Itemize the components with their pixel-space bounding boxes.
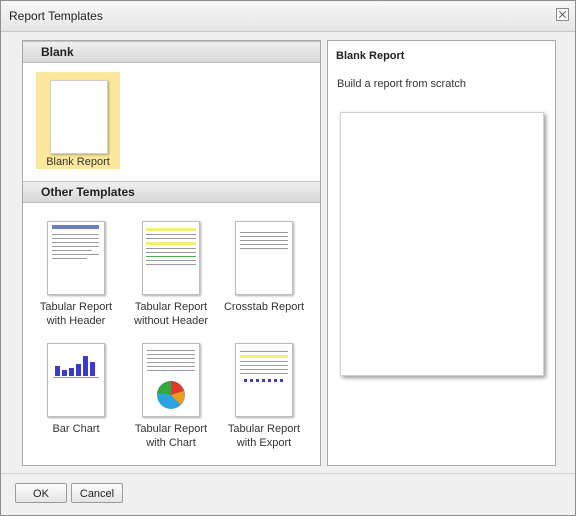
tabular-header-thumbnail: [47, 221, 105, 295]
blank-report-thumbnail: [50, 80, 108, 154]
tabular-no-header-thumbnail: [142, 221, 200, 295]
blank-section-title: Blank: [41, 45, 74, 59]
preview-description: Build a report from scratch: [337, 78, 466, 90]
template-list-pane: Blank Blank Report Other Templates Tabul…: [22, 40, 321, 466]
template-tabular-with-header[interactable]: Tabular Report with Header: [32, 221, 120, 328]
template-label: Tabular Report with Export: [227, 423, 301, 449]
ok-button[interactable]: OK: [15, 483, 67, 503]
preview-title: Blank Report: [336, 50, 405, 62]
template-label: Tabular Report with Header: [39, 301, 113, 327]
template-label: Bar Chart: [52, 423, 100, 435]
blank-section-header: Blank: [23, 41, 320, 63]
template-label: Tabular Report with Chart: [134, 423, 208, 449]
cancel-button[interactable]: Cancel: [71, 483, 123, 503]
bar-chart-thumbnail: [47, 343, 105, 417]
tabular-export-thumbnail: [235, 343, 293, 417]
crosstab-thumbnail: [235, 221, 293, 295]
report-templates-dialog: Report Templates Blank Blank Report Othe…: [0, 0, 576, 516]
title-bar: Report Templates: [1, 1, 575, 32]
other-templates-section-title: Other Templates: [41, 185, 135, 199]
template-tabular-with-chart[interactable]: Tabular Report with Chart: [127, 343, 215, 450]
footer-divider: [1, 473, 575, 474]
template-preview-pane: Blank Report Build a report from scratch: [327, 40, 556, 466]
template-label: Crosstab Report: [223, 301, 305, 313]
template-tabular-without-header[interactable]: Tabular Report without Header: [127, 221, 215, 328]
dialog-title: Report Templates: [9, 9, 103, 23]
other-templates-section-header: Other Templates: [23, 181, 320, 203]
template-blank-report[interactable]: Blank Report: [36, 72, 120, 169]
preview-page: [340, 112, 544, 376]
blank-report-label: Blank Report: [46, 156, 110, 168]
template-crosstab-report[interactable]: Crosstab Report: [220, 221, 308, 314]
tabular-chart-thumbnail: [142, 343, 200, 417]
close-icon[interactable]: [556, 8, 569, 21]
template-label: Tabular Report without Header: [134, 301, 208, 327]
template-bar-chart[interactable]: Bar Chart: [32, 343, 120, 436]
template-tabular-with-export[interactable]: Tabular Report with Export: [220, 343, 308, 450]
